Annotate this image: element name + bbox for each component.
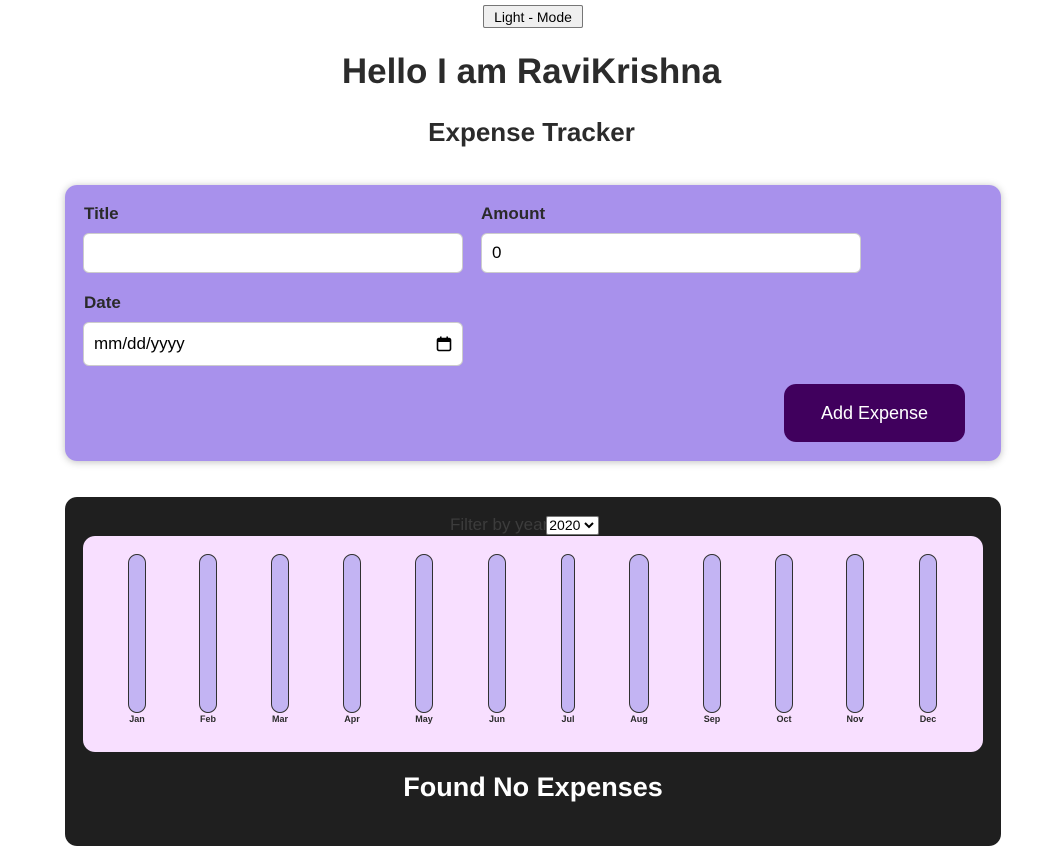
chart-bar-label: Apr — [344, 714, 360, 724]
chart-bar-label: Jul — [561, 714, 575, 724]
chart-bar-nov: Nov — [840, 554, 870, 724]
chart-bar-label: Feb — [199, 714, 216, 724]
app-subtitle: Expense Tracker — [428, 117, 635, 147]
chart-bar-label: Nov — [846, 714, 864, 724]
chart-bar-jan: Jan — [122, 554, 152, 724]
chart-bar-label: Aug — [630, 714, 648, 724]
chart-bar-mar: Mar — [265, 554, 295, 724]
expenses-chart: Jan Feb Mar Apr May Jun Jul Aug Sep Oct Nov Dec — [83, 536, 983, 752]
chart-bar-label: Jan — [129, 714, 145, 724]
chart-bar-jun: Jun — [482, 554, 512, 724]
theme-mode-button[interactable]: Light - Mode — [483, 5, 583, 28]
chart-bar-track — [415, 554, 433, 713]
empty-expenses-message: Found No Expenses — [403, 772, 663, 802]
calendar-icon[interactable] — [436, 336, 452, 352]
chart-bar-track — [629, 554, 649, 713]
chart-bar-label: Dec — [919, 714, 937, 724]
chart-bar-jul: Jul — [553, 554, 583, 724]
chart-bar-aug: Aug — [624, 554, 654, 724]
chart-bar-track — [271, 554, 289, 713]
chart-bar-track — [199, 554, 217, 713]
chart-bar-label: Jun — [488, 714, 505, 724]
chart-bar-track — [343, 554, 361, 713]
chart-bar-track — [561, 554, 575, 713]
chart-bar-sep: Sep — [697, 554, 727, 724]
expenses-panel: Filter by year 2020 Jan Feb Mar Apr May Jun Ju… — [65, 497, 1001, 846]
title-input[interactable] — [83, 233, 463, 273]
chart-bar-track — [775, 554, 793, 713]
year-select-value: 2020 — [549, 517, 581, 533]
chart-bar-label: Mar — [271, 714, 288, 724]
amount-input[interactable] — [481, 233, 861, 273]
chart-bar-label: May — [415, 714, 433, 724]
date-label: Date — [84, 293, 121, 312]
chart-bar-track — [846, 554, 864, 713]
year-filter: Filter by year 2020 — [450, 515, 600, 535]
chart-bar-apr: Apr — [337, 554, 367, 724]
page-title: Hello I am RaviKrishna — [341, 52, 722, 91]
chart-bar-track — [128, 554, 146, 713]
chart-bar-track — [919, 554, 937, 713]
chart-bar-feb: Feb — [193, 554, 223, 724]
filter-label: Filter by year — [450, 515, 549, 534]
chart-bar-label: Oct — [776, 714, 792, 724]
chart-bar-oct: Oct — [769, 554, 799, 724]
chart-bar-label: Sep — [703, 714, 721, 724]
title-label: Title — [84, 204, 119, 223]
date-placeholder: mm/dd/yyyy — [94, 334, 185, 353]
amount-label: Amount — [481, 204, 546, 223]
new-expense-form: Title Amount Date mm/dd/yyyy Add Expense — [65, 185, 1001, 461]
date-input[interactable]: mm/dd/yyyy — [83, 322, 463, 366]
chart-bar-track — [703, 554, 721, 713]
add-expense-button[interactable]: Add Expense — [784, 384, 965, 442]
chart-bar-track — [488, 554, 506, 713]
chevron-down-icon — [584, 522, 595, 529]
chart-bar-may: May — [409, 554, 439, 724]
chart-bar-dec: Dec — [913, 554, 943, 724]
year-select[interactable]: 2020 — [546, 515, 600, 535]
